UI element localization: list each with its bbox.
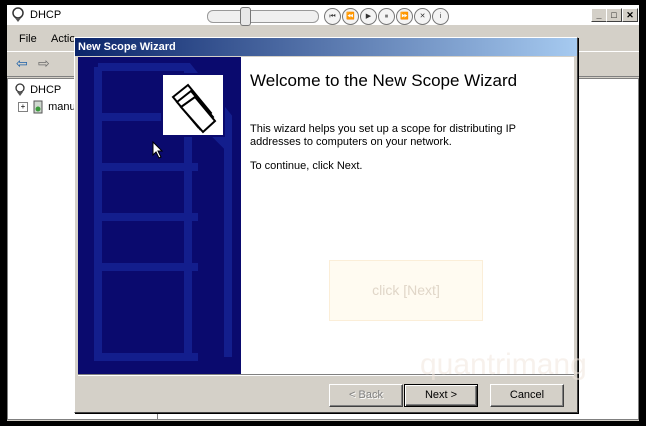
media-seek-slider[interactable] [207,7,319,26]
window-title: DHCP [30,9,62,21]
tree-item-label: DHCP [30,83,62,96]
media-prev-icon[interactable]: ⏮ [324,8,341,25]
close-button[interactable]: ✕ [622,8,638,22]
wizard-banner-graphic [94,63,232,361]
next-button[interactable]: Next > [404,384,478,407]
hint-text: click [Next] [372,282,440,298]
wizard-banner-panel [78,57,241,374]
menu-file[interactable]: File [19,33,37,45]
media-seek-thumb[interactable] [240,7,251,26]
wizard-description: This wizard helps you set up a scope for… [250,123,516,148]
tree-item-server[interactable]: + manu [18,100,76,114]
back-button[interactable]: < Back [329,384,403,407]
media-play-icon[interactable]: ▶ [360,8,377,25]
back-arrow-icon[interactable]: ⇦ [16,55,28,72]
dhcp-icon [12,7,24,22]
tree-item-label: manu [48,100,76,113]
cancel-button[interactable]: Cancel [490,384,564,407]
wizard-title-bar[interactable]: New Scope Wizard [75,38,577,56]
wizard-content: Welcome to the New Scope Wizard This wiz… [241,57,574,374]
menu-action[interactable]: Actio [51,33,75,45]
tree-item-dhcp[interactable]: DHCP [13,83,61,97]
wizard-title: New Scope Wizard [78,41,176,53]
media-info-icon[interactable]: i [432,8,449,25]
media-forward-icon[interactable]: ⏩ [396,8,413,25]
main-title-bar[interactable]: DHCP ⏮ ⏪ ▶ ⏸ ⏩ ✕ i _ □ ✕ [7,5,639,26]
wizard-continue-text: To continue, click Next. [250,160,363,172]
watermark: quantrimang [420,348,587,381]
minimize-button[interactable]: _ [591,8,607,22]
media-player-bar: ⏮ ⏪ ▶ ⏸ ⏩ ✕ i [202,7,452,26]
tree-expander[interactable]: + [18,102,28,112]
mouse-cursor-icon [152,141,164,159]
media-close-icon[interactable]: ✕ [414,8,431,25]
media-rewind-icon[interactable]: ⏪ [342,8,359,25]
server-node-icon [33,100,43,114]
wizard-heading: Welcome to the New Scope Wizard [250,71,518,90]
click-next-hint: click [Next] [329,260,483,321]
media-pause-icon[interactable]: ⏸ [378,8,395,25]
dhcp-node-icon [15,83,25,96]
maximize-button[interactable]: □ [606,8,622,22]
forward-arrow-icon[interactable]: ⇨ [38,55,50,72]
